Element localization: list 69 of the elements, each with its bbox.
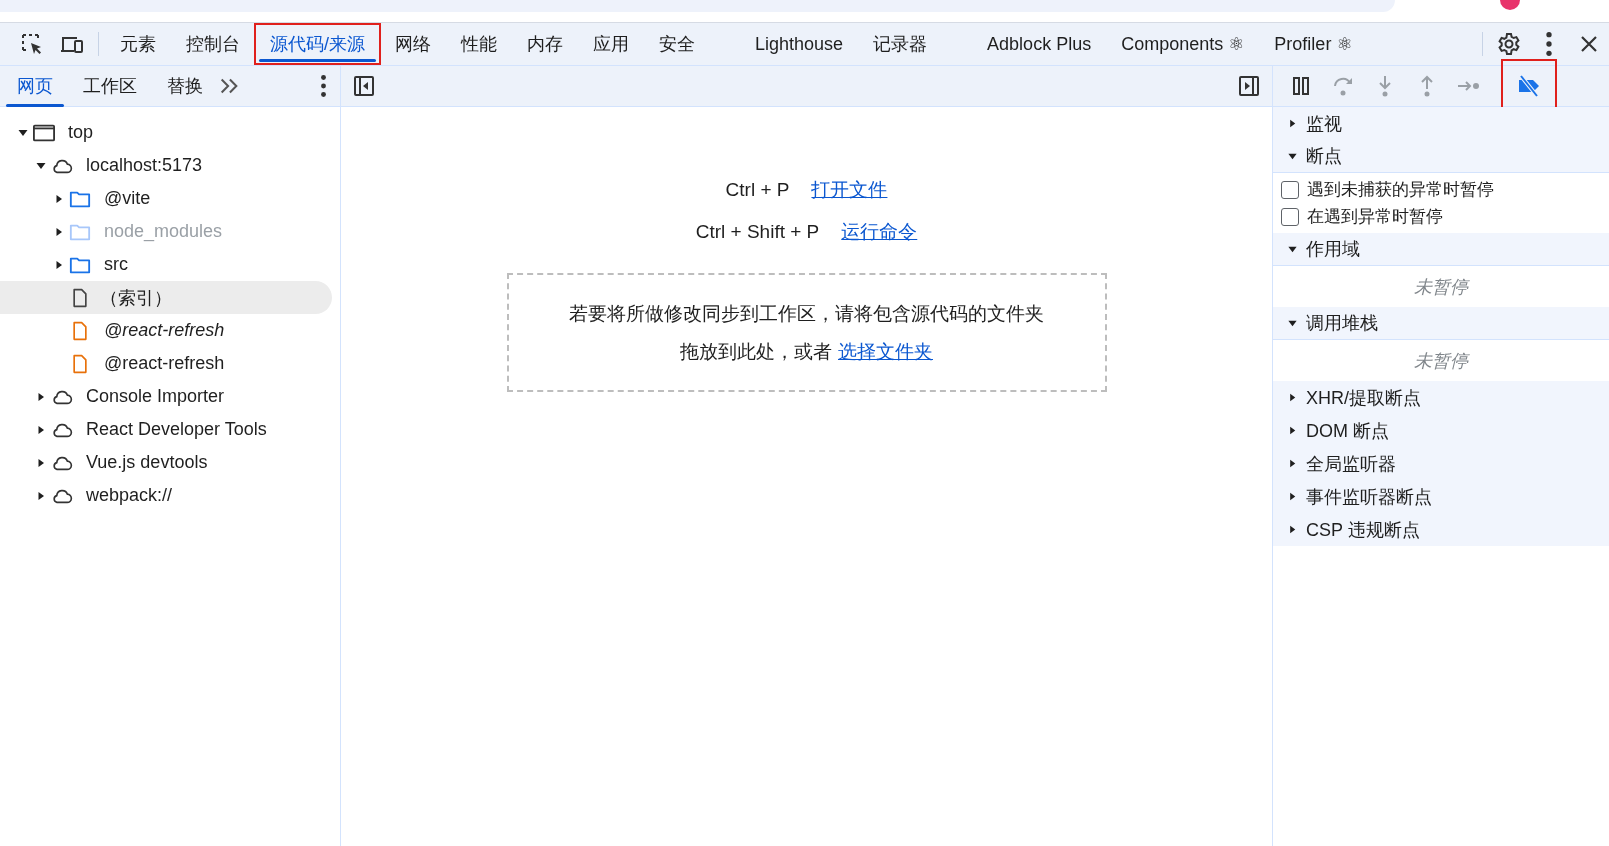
section-title: 全局监听器 (1306, 452, 1396, 476)
breakpoint-slash-icon (1517, 74, 1541, 98)
shortcut-link[interactable]: 打开文件 (811, 177, 888, 203)
tree-row[interactable]: （索引） (0, 281, 332, 314)
section-header[interactable]: 监视 (1273, 107, 1609, 140)
section-title: XHR/提取断点 (1306, 386, 1421, 410)
section-title: DOM 断点 (1306, 419, 1389, 443)
section-title: 事件监听器断点 (1306, 485, 1432, 509)
panel-tab[interactable]: 安全 (644, 24, 710, 64)
panel-tab[interactable]: 网络 (380, 24, 446, 64)
panel-left-icon (352, 74, 376, 98)
tree-label: @react-refresh (104, 353, 225, 374)
section-title: CSP 违规断点 (1306, 518, 1420, 542)
empty-state-text: 未暂停 (1413, 349, 1471, 373)
tree-label: @react-refresh (104, 320, 225, 341)
panel-tab[interactable]: Adblock Plus (972, 24, 1107, 64)
panel-tab[interactable]: 记录器 (858, 24, 943, 64)
more-icon (321, 75, 326, 97)
section-header[interactable]: 断点 (1273, 140, 1609, 173)
tree-label: （索引） (100, 286, 172, 310)
section-title: 监视 (1306, 112, 1342, 136)
tree-label[interactable]: webpack:// (86, 485, 173, 506)
shortcut-link[interactable]: 运行命令 (841, 219, 918, 245)
section-header[interactable]: 事件监听器断点 (1273, 480, 1609, 513)
panel-tab[interactable]: 源代码/来源 (255, 24, 380, 64)
panel-right-icon (1237, 74, 1261, 98)
navigator-tab[interactable]: 工作区 (68, 65, 152, 107)
tree-label[interactable]: Vue.js devtools (86, 452, 208, 473)
panel-tab[interactable]: 控制台 (171, 24, 255, 64)
drop-zone[interactable]: 若要将所做修改同步到工作区，请将包含源代码的文件夹 拖放到此处，或者 选择文件夹 (506, 273, 1107, 392)
checkbox-label: 遇到未捕获的异常时暂停 (1307, 179, 1494, 201)
checkbox[interactable] (1281, 207, 1299, 226)
drop-hint-text: 若要将所做修改同步到工作区，请将包含源代码的文件夹 (569, 301, 1044, 326)
section-title: 断点 (1306, 145, 1342, 168)
tree-label[interactable]: React Developer Tools (86, 419, 267, 440)
tree-row[interactable]: @react-refresh (0, 347, 332, 380)
tree-label[interactable]: Console Importer (86, 386, 225, 407)
section-header[interactable]: 全局监听器 (1273, 447, 1609, 480)
panel-tab[interactable]: Components ⚛ (1106, 24, 1260, 64)
section-title: 调用堆栈 (1306, 312, 1378, 335)
more-options-icon (1546, 32, 1552, 56)
section-header[interactable]: 作用域 (1273, 233, 1609, 266)
panel-tab[interactable]: Lighthouse (740, 24, 859, 64)
settings-icon (1497, 32, 1521, 56)
tree-row[interactable]: @react-refresh (0, 314, 332, 347)
checkbox-label: 在遇到异常时暂停 (1307, 206, 1443, 228)
panel-tab[interactable]: Profiler ⚛ (1259, 24, 1368, 64)
tree-label[interactable]: top (68, 122, 94, 143)
section-header[interactable]: 调用堆栈 (1273, 307, 1609, 340)
navigator-tab[interactable]: 网页 (2, 65, 68, 107)
checkbox[interactable] (1281, 180, 1299, 199)
panel-tab[interactable]: 应用 (578, 24, 644, 64)
navigator-tab[interactable]: 替换 (152, 65, 218, 107)
empty-state-text: 未暂停 (1413, 275, 1471, 299)
shortcut-keys: Ctrl + Shift + P (695, 221, 820, 243)
drop-hint-text: 拖放到此处，或者 (680, 339, 832, 364)
panel-tab[interactable]: 内存 (512, 24, 578, 64)
select-folder-link[interactable]: 选择文件夹 (838, 338, 933, 365)
shortcut-keys: Ctrl + P (725, 179, 790, 201)
section-header[interactable]: CSP 违规断点 (1273, 513, 1609, 546)
tree-label[interactable]: localhost:5173 (86, 155, 203, 176)
panel-tab[interactable]: 元素 (105, 24, 171, 64)
section-header[interactable]: XHR/提取断点 (1273, 381, 1609, 414)
section-title: 作用域 (1306, 238, 1360, 261)
tree-label[interactable]: src (104, 254, 128, 275)
tree-label[interactable]: @vite (104, 188, 151, 209)
panel-tab[interactable]: 性能 (446, 24, 512, 64)
inspect-element-icon (20, 32, 44, 56)
section-header[interactable]: DOM 断点 (1273, 414, 1609, 447)
